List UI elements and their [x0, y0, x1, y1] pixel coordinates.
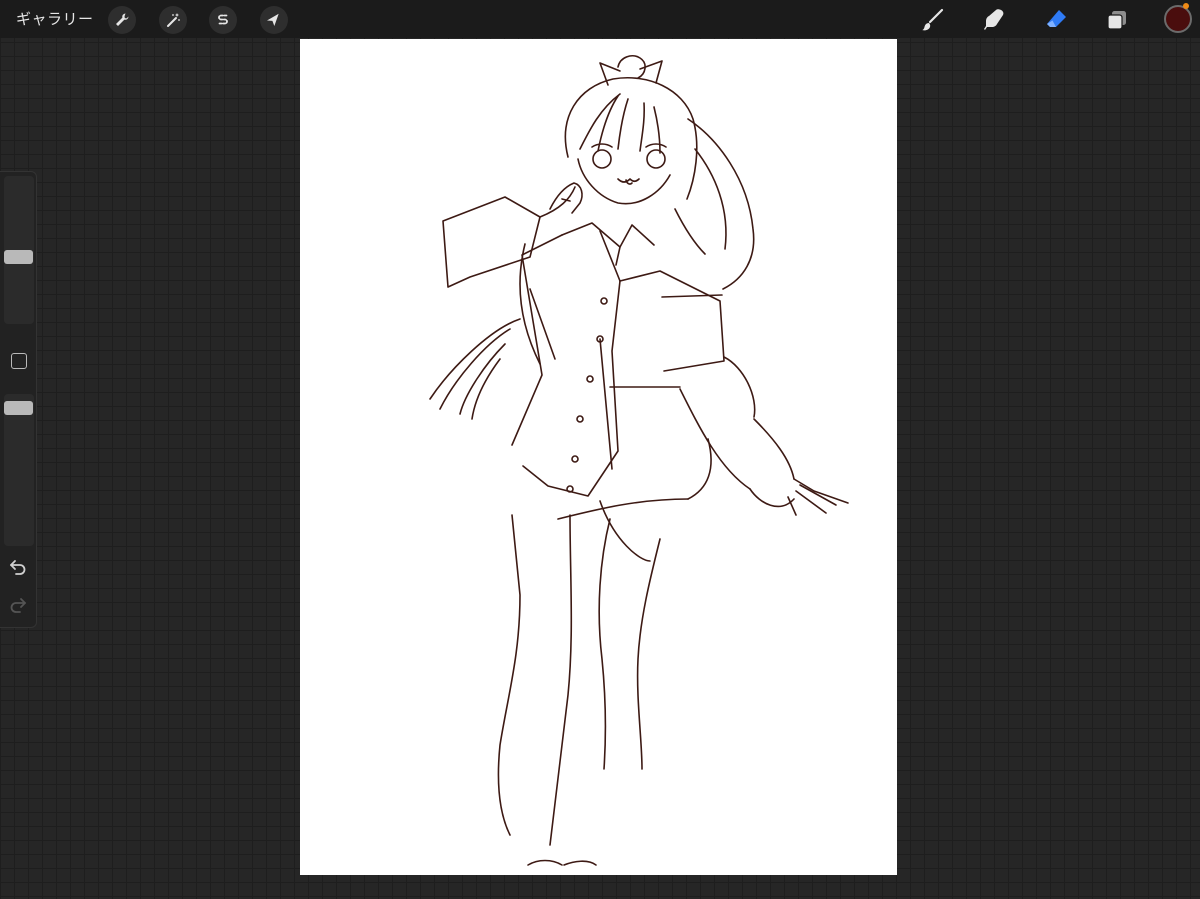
smudge-finger-icon [984, 9, 1004, 30]
brush-size-thumb[interactable] [4, 249, 33, 264]
brush-icon [922, 8, 944, 31]
wrench-icon [116, 13, 129, 26]
top-toolbar: ギャラリー [0, 0, 1200, 38]
adjustments-button[interactable] [159, 6, 187, 34]
layers-button[interactable] [1102, 5, 1132, 35]
undo-arrow-icon [10, 560, 26, 575]
selection-s-icon [218, 14, 228, 25]
modify-button[interactable] [11, 353, 27, 369]
brush-button[interactable] [917, 5, 947, 35]
color-picker-button[interactable] [1164, 5, 1192, 33]
line-art-drawing [429, 55, 849, 866]
redo-arrow-icon [10, 598, 26, 613]
transform-button[interactable] [260, 6, 288, 34]
brush-opacity-slider[interactable] [4, 394, 34, 546]
color-indicator-dot [1183, 3, 1189, 9]
eraser-icon [1047, 10, 1066, 27]
eraser-button[interactable] [1041, 5, 1071, 35]
smudge-button[interactable] [979, 5, 1009, 35]
redo-button[interactable] [8, 595, 28, 615]
magic-wand-icon [167, 13, 180, 27]
brush-opacity-thumb[interactable] [4, 400, 33, 415]
gallery-button[interactable]: ギャラリー [16, 9, 94, 29]
drawing-canvas[interactable] [300, 39, 897, 875]
arrow-cursor-icon [266, 13, 279, 27]
actions-button[interactable] [108, 6, 136, 34]
layers-icon [1107, 11, 1126, 30]
selection-button[interactable] [209, 6, 237, 34]
undo-button[interactable] [8, 557, 28, 577]
left-sidebar [0, 171, 37, 628]
